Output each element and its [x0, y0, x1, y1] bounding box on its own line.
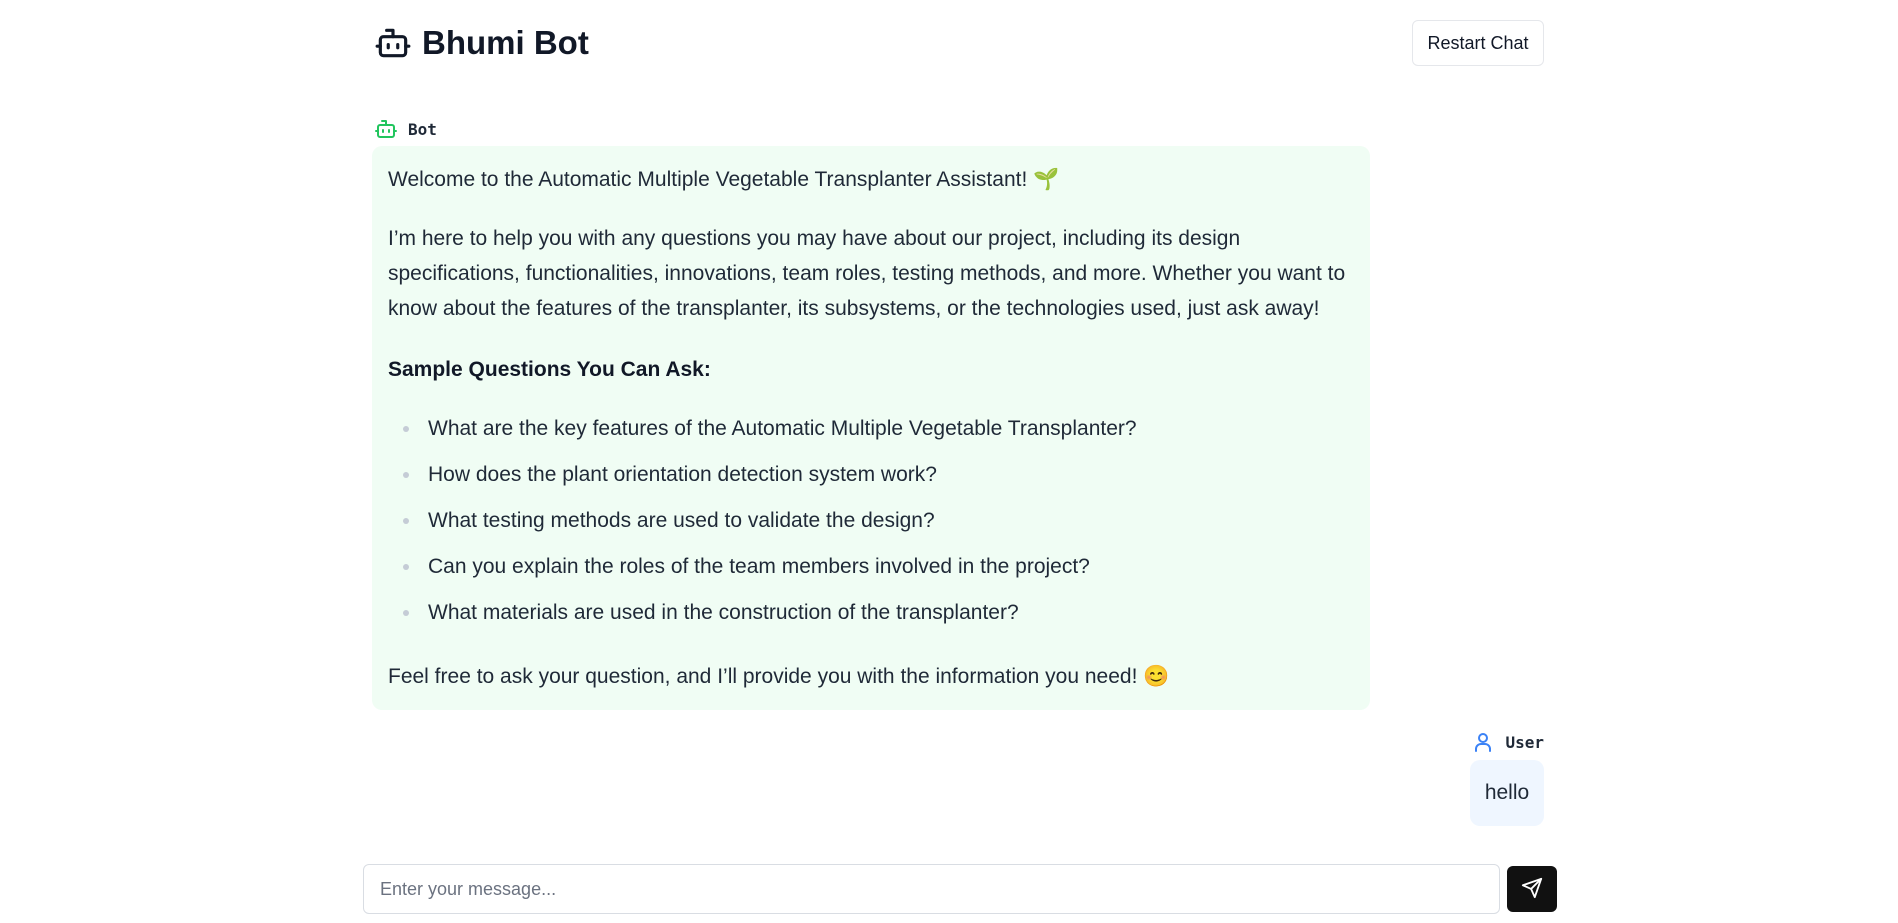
- bot-sender-name: Bot: [408, 119, 437, 139]
- sample-questions-heading: Sample Questions You Can Ask:: [388, 358, 711, 381]
- bullet-icon: [403, 610, 409, 616]
- list-item: Can you explain the roles of the team me…: [388, 549, 1137, 595]
- send-icon: [1521, 877, 1543, 902]
- send-button[interactable]: [1507, 866, 1557, 912]
- robot-icon: [374, 117, 398, 141]
- robot-icon: [374, 24, 412, 62]
- user-message-bubble: hello: [1470, 760, 1544, 826]
- bot-sender-label: Bot: [374, 117, 437, 141]
- user-icon: [1471, 730, 1495, 754]
- sample-question: What testing methods are used to validat…: [428, 509, 935, 532]
- bullet-icon: [403, 518, 409, 524]
- sample-question: How does the plant orientation detection…: [428, 463, 937, 486]
- message-composer: [363, 864, 1557, 914]
- list-item: What testing methods are used to validat…: [388, 503, 1137, 549]
- app-title: Bhumi Bot: [422, 24, 589, 61]
- restart-chat-button[interactable]: Restart Chat: [1412, 20, 1544, 66]
- list-item: What are the key features of the Automat…: [388, 411, 1137, 457]
- user-message-text: hello: [1484, 781, 1530, 804]
- message-input[interactable]: [363, 864, 1500, 914]
- list-item: What materials are used in the construct…: [388, 595, 1137, 641]
- sample-questions-list: What are the key features of the Automat…: [388, 411, 1137, 641]
- user-sender-name: User: [1505, 732, 1544, 752]
- list-item: How does the plant orientation detection…: [388, 457, 1137, 503]
- sample-question: Can you explain the roles of the team me…: [428, 555, 1090, 578]
- bullet-icon: [403, 564, 409, 570]
- bullet-icon: [403, 426, 409, 432]
- user-sender-label: User: [1471, 730, 1544, 754]
- bot-outro-text: Feel free to ask your question, and I’ll…: [388, 665, 1170, 688]
- sample-question: What are the key features of the Automat…: [428, 417, 1137, 440]
- bot-intro-text: I’m here to help you with any questions …: [388, 227, 1346, 320]
- bot-welcome-text: Welcome to the Automatic Multiple Vegeta…: [388, 168, 1060, 191]
- sample-question: What materials are used in the construct…: [428, 601, 1019, 624]
- bot-message-bubble: Welcome to the Automatic Multiple Vegeta…: [372, 146, 1370, 710]
- brand: Bhumi Bot: [374, 20, 589, 66]
- chat-header: Bhumi Bot Restart Chat: [374, 20, 1544, 66]
- bullet-icon: [403, 472, 409, 478]
